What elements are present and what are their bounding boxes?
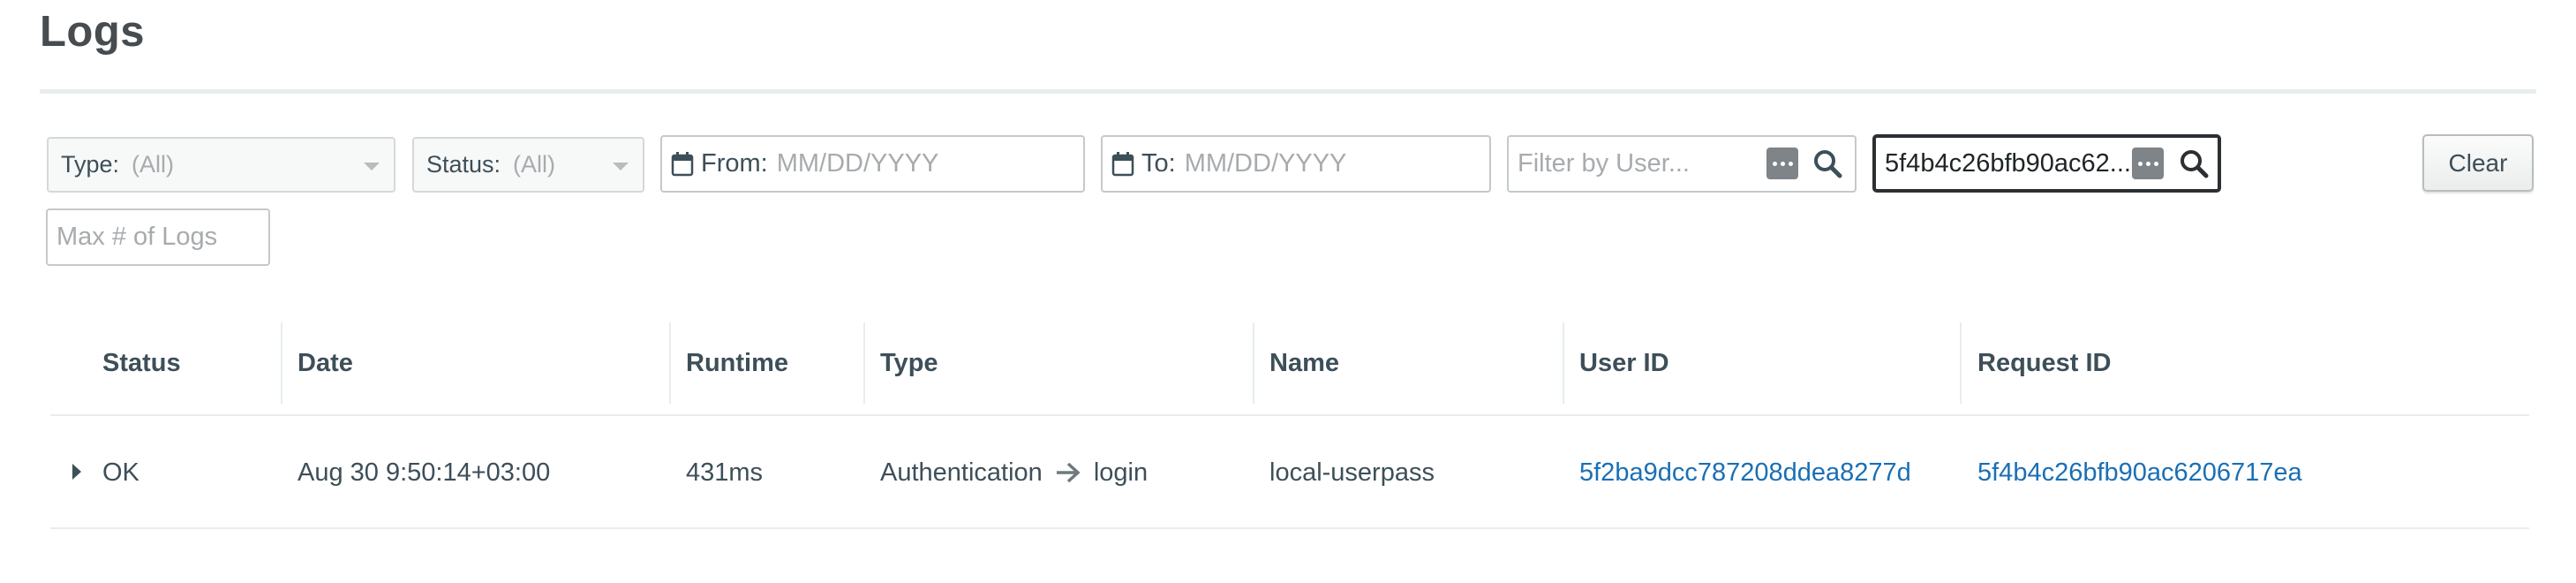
user-filter-input[interactable]: Filter by User... xyxy=(1507,135,1857,193)
to-date-placeholder: MM/DD/YYYY xyxy=(1184,149,1347,178)
row-type: Authentication login xyxy=(880,446,1148,499)
search-icon[interactable] xyxy=(1812,148,1842,178)
to-date-prefix: To: xyxy=(1141,149,1176,178)
to-date-input[interactable]: To: MM/DD/YYYY xyxy=(1101,135,1491,193)
search-icon[interactable] xyxy=(2179,148,2209,178)
more-dots-icon[interactable] xyxy=(1766,148,1798,179)
column-divider xyxy=(1253,322,1254,404)
caret-right-icon[interactable] xyxy=(72,464,81,480)
column-divider xyxy=(863,322,865,404)
column-header-type[interactable]: Type xyxy=(880,327,938,399)
title-divider xyxy=(40,89,2536,94)
logs-page: Logs Type: (All) Status: (All) From: MM/… xyxy=(0,0,2576,583)
request-filter-input[interactable]: 5f4b4c26bfb90ac62... xyxy=(1872,134,2221,193)
type-select-label: Type: xyxy=(61,151,120,178)
row-request-id-link[interactable]: 5f4b4c26bfb90ac6206717ea xyxy=(1977,446,2302,499)
arrow-right-icon xyxy=(1056,462,1081,483)
status-select[interactable]: Status: (All) xyxy=(412,137,644,193)
type-select[interactable]: Type: (All) xyxy=(47,137,395,193)
status-select-label: Status: xyxy=(426,151,501,178)
row-user-id-link[interactable]: 5f2ba9dcc787208ddea8277d xyxy=(1579,446,1911,499)
request-filter-value: 5f4b4c26bfb90ac62... xyxy=(1885,148,2131,178)
calendar-icon xyxy=(1111,152,1134,177)
column-divider xyxy=(281,322,282,404)
column-divider xyxy=(1563,322,1564,404)
row-runtime: 431ms xyxy=(686,458,764,487)
row-type-main: Authentication xyxy=(880,458,1043,487)
chevron-down-icon xyxy=(613,163,629,170)
column-divider xyxy=(1960,322,1962,404)
row-type-sub: login xyxy=(1093,458,1149,487)
column-header-name[interactable]: Name xyxy=(1269,327,1339,399)
more-dots-icon[interactable] xyxy=(2132,148,2164,179)
column-header-request-id[interactable]: Request ID xyxy=(1977,327,2111,399)
column-header-runtime[interactable]: Runtime xyxy=(686,327,788,399)
column-divider xyxy=(669,322,671,404)
page-title: Logs xyxy=(40,8,146,56)
max-logs-placeholder: Max # of Logs xyxy=(56,223,218,251)
header-divider xyxy=(50,414,2529,416)
from-date-prefix: From: xyxy=(701,149,768,178)
column-header-date[interactable]: Date xyxy=(298,327,353,399)
column-header-status[interactable]: Status xyxy=(102,327,181,399)
calendar-icon xyxy=(671,152,694,177)
status-select-value: (All) xyxy=(513,151,556,178)
user-filter-placeholder: Filter by User... xyxy=(1518,149,1690,178)
row-status: OK xyxy=(102,458,139,487)
chevron-down-icon xyxy=(364,163,380,170)
row-name: local-userpass xyxy=(1269,458,1435,487)
max-logs-input[interactable]: Max # of Logs xyxy=(46,208,270,266)
from-date-placeholder: MM/DD/YYYY xyxy=(776,149,939,178)
row-divider xyxy=(50,527,2529,529)
row-date: Aug 30 9:50:14+03:00 xyxy=(298,458,551,487)
type-select-value: (All) xyxy=(132,151,175,178)
from-date-input[interactable]: From: MM/DD/YYYY xyxy=(660,135,1085,193)
column-header-user-id[interactable]: User ID xyxy=(1579,327,1669,399)
clear-button[interactable]: Clear xyxy=(2422,134,2534,192)
